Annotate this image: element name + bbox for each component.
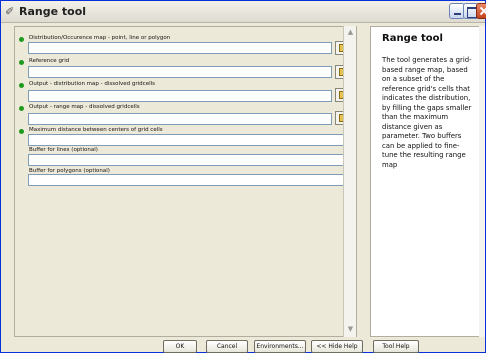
required-indicator-icon (19, 60, 24, 65)
tool-help-button[interactable]: Tool Help (373, 340, 419, 353)
param-label-output-range: Output - range map - dissolved gridcells (29, 104, 140, 110)
output-distribution-input[interactable] (28, 90, 332, 102)
range-tool-window: ✐ Range tool Distribution/Occurence map … (0, 0, 486, 353)
title-bar[interactable]: ✐ Range tool (1, 1, 486, 23)
scroll-down-icon[interactable]: ▼ (345, 324, 356, 335)
help-scrollbar[interactable] (479, 26, 485, 337)
help-text: The tool generates a grid-based range ma… (382, 56, 472, 169)
output-range-input[interactable] (28, 113, 332, 125)
param-label-buffer-lines: Buffer for lines (optional) (29, 147, 98, 153)
required-indicator-icon (19, 37, 24, 42)
cancel-button[interactable]: Cancel (206, 340, 248, 353)
reference-grid-input[interactable] (28, 66, 332, 78)
param-label-max-distance: Maximum distance between centers of grid… (29, 127, 163, 133)
distribution-map-input[interactable] (28, 42, 332, 54)
required-indicator-icon (19, 129, 24, 134)
buffer-polygons-input[interactable] (28, 174, 350, 186)
ok-button[interactable]: OK (163, 340, 197, 353)
environments-button[interactable]: Environments... (254, 340, 306, 353)
help-panel: Range tool The tool generates a grid-bas… (370, 26, 481, 337)
param-label-distribution-map: Distribution/Occurence map - point, line… (29, 35, 171, 41)
window-title: Range tool (19, 5, 87, 18)
tool-icon: ✐ (5, 5, 15, 18)
help-title: Range tool (382, 33, 443, 44)
param-label-reference-grid: Reference grid (29, 58, 70, 64)
param-label-output-distribution: Output - distribution map - dissolved gr… (29, 81, 156, 87)
close-button[interactable] (476, 3, 486, 19)
hide-help-button[interactable]: << Hide Help (311, 340, 363, 353)
max-distance-input[interactable] (28, 134, 350, 146)
scroll-up-icon[interactable]: ▲ (345, 27, 356, 38)
required-indicator-icon (19, 83, 24, 88)
parameters-scrollbar[interactable]: ▲ ▼ (343, 26, 356, 337)
buffer-lines-input[interactable] (28, 154, 350, 166)
required-indicator-icon (19, 106, 24, 111)
